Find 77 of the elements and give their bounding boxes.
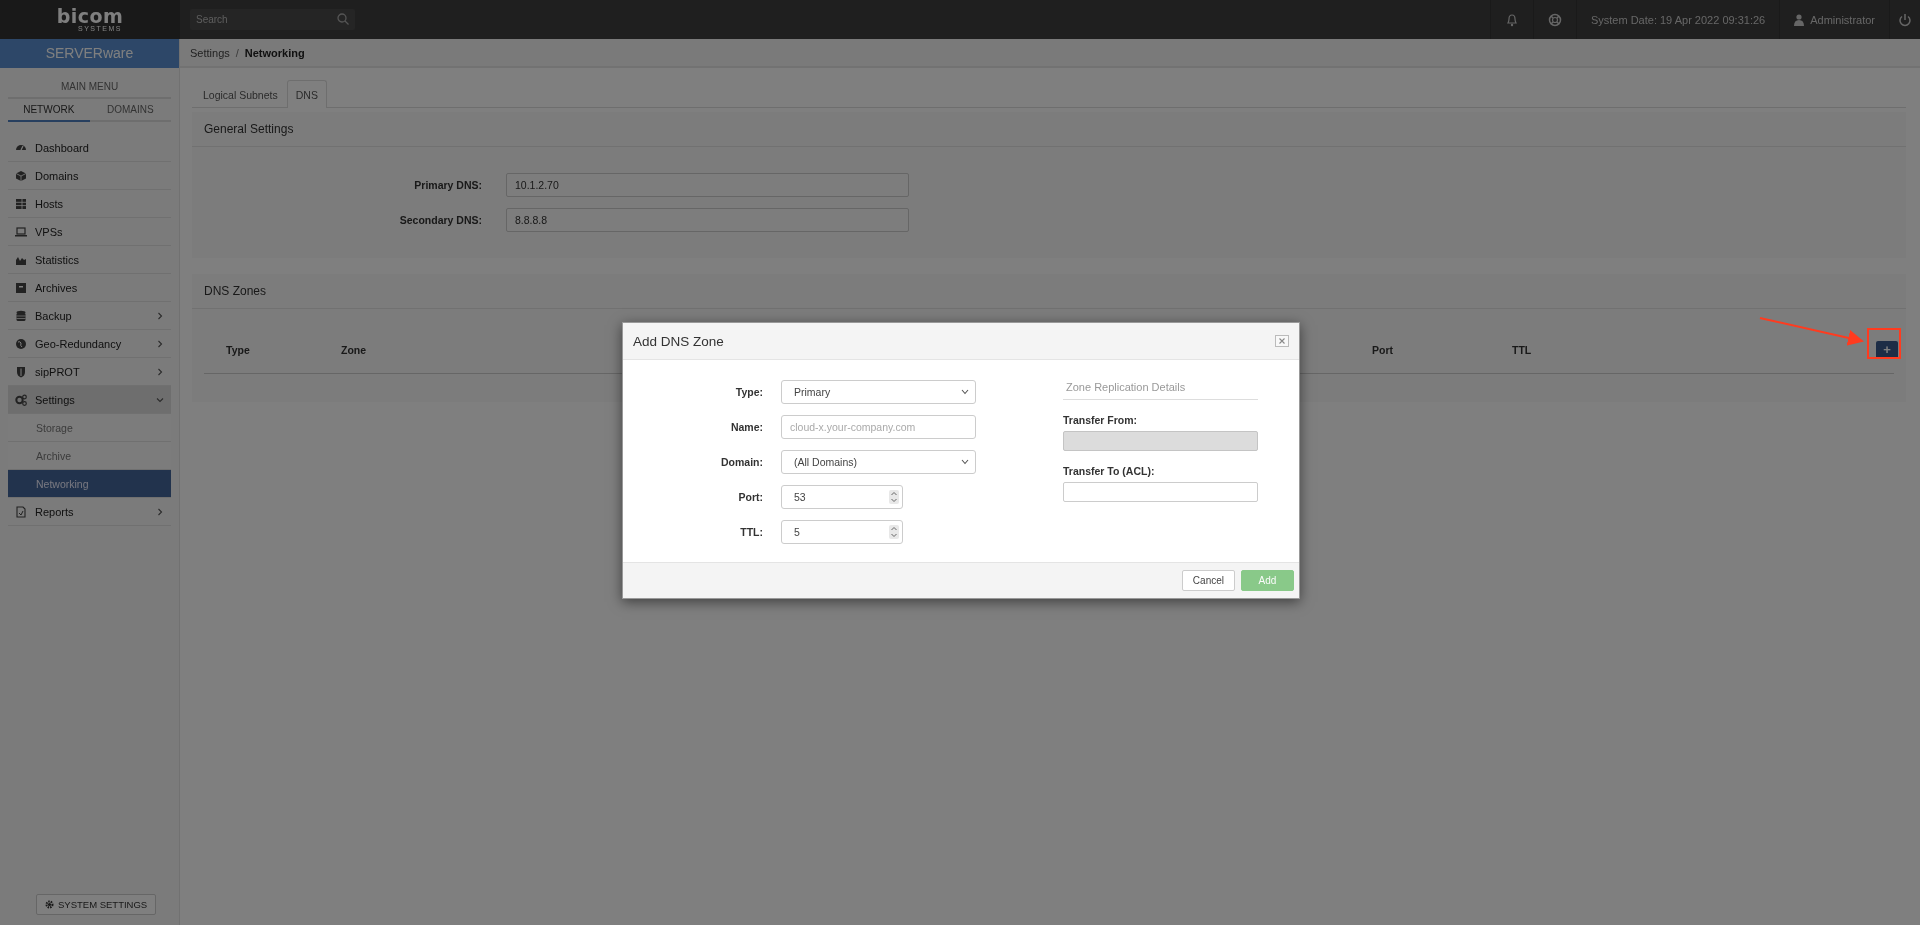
field-label: Port: xyxy=(737,491,763,503)
spinner-icon[interactable] xyxy=(889,525,899,539)
highlight-box xyxy=(1867,328,1901,359)
field-label: Name: xyxy=(729,421,763,433)
submenu-item[interactable]: Networking xyxy=(8,470,171,498)
breadcrumb-separator: / xyxy=(235,46,239,59)
section-title: General Settings xyxy=(192,112,1906,147)
chevron-icon xyxy=(156,339,164,348)
breadcrumb-item[interactable]: Settings xyxy=(190,46,230,59)
breadcrumb-item: Networking xyxy=(244,46,305,59)
database-icon xyxy=(15,309,27,322)
bell-icon[interactable] xyxy=(1504,12,1519,27)
system-settings-button[interactable]: SYSTEM SETTINGS xyxy=(36,894,157,915)
sidebar-item[interactable]: Archives xyxy=(8,274,171,302)
section-title: DNS Zones xyxy=(192,274,1906,309)
sidebar-tab[interactable]: DOMAINS xyxy=(89,99,171,122)
dialog-title: Add DNS Zone xyxy=(633,333,724,349)
column-header: Port xyxy=(1372,344,1393,356)
section-title: Zone Replication Details xyxy=(1063,380,1258,400)
close-button[interactable] xyxy=(1275,335,1289,347)
chevron-icon xyxy=(156,367,164,376)
cube-icon xyxy=(15,169,27,182)
sidebar-tab[interactable]: NETWORK xyxy=(8,99,90,122)
chevron-icon xyxy=(961,459,969,465)
sidebar-item[interactable]: Hosts xyxy=(8,190,171,218)
tab[interactable]: DNS xyxy=(286,80,327,108)
dropdown[interactable]: Primary xyxy=(781,380,976,404)
sidebar-item[interactable]: VPSs xyxy=(8,218,171,246)
sidebar-item[interactable]: Dashboard xyxy=(8,134,171,162)
field-label: Transfer From: xyxy=(1063,414,1139,426)
product-title: SERVERware xyxy=(0,39,179,68)
dropdown[interactable]: (All Domains) xyxy=(781,450,976,474)
number-field[interactable]: 5 xyxy=(781,520,903,544)
number-field[interactable]: 53 xyxy=(781,485,903,509)
field-label: TTL: xyxy=(739,526,763,538)
field-label: Transfer To (ACL): xyxy=(1063,465,1156,477)
field-label: Domain: xyxy=(720,456,763,468)
field-label: Type: xyxy=(734,386,763,398)
sidebar-item[interactable]: Reports xyxy=(8,498,171,526)
field-label: Secondary DNS: xyxy=(398,214,482,226)
sidebar-item[interactable]: Statistics xyxy=(8,246,171,274)
sidebar-item[interactable]: Domains xyxy=(8,162,171,190)
chevron-icon xyxy=(156,507,164,516)
chevron-icon xyxy=(156,395,164,404)
sidebar-item[interactable]: Settings xyxy=(8,386,171,414)
column-header: TTL xyxy=(1512,344,1532,356)
input-field[interactable] xyxy=(1063,482,1258,502)
gear-icon xyxy=(45,900,54,909)
spinner-icon[interactable] xyxy=(889,490,899,504)
search-icon xyxy=(337,13,349,25)
column-header: Zone xyxy=(341,344,367,356)
menu-title: MAIN MENU xyxy=(8,81,171,99)
field-label: Primary DNS: xyxy=(413,179,482,191)
sidebar-item[interactable]: Geo-Redundancy xyxy=(8,330,171,358)
gears-icon xyxy=(15,393,27,406)
column-header: Type xyxy=(226,344,250,356)
user-icon xyxy=(1794,13,1805,26)
user-name[interactable]: Administrator xyxy=(1810,13,1875,26)
server-icon xyxy=(15,197,27,210)
close-icon xyxy=(1279,338,1285,344)
report-icon xyxy=(15,505,27,518)
laptop-icon xyxy=(15,225,27,238)
cancel-button[interactable]: Cancel xyxy=(1181,570,1235,591)
sidebar-item[interactable]: Backup xyxy=(8,302,171,330)
logo-text: bicom xyxy=(56,6,124,25)
chevron-icon xyxy=(156,311,164,320)
system-date: System Date: 19 Apr 2022 09:31:26 xyxy=(1590,13,1766,26)
input-field[interactable]: 10.1.2.70 xyxy=(506,173,909,197)
input-field[interactable]: cloud-x.your-company.com xyxy=(781,415,976,439)
archive-icon xyxy=(15,281,27,294)
tab[interactable]: Logical Subnets xyxy=(194,80,287,108)
lifebuoy-icon[interactable] xyxy=(1547,12,1562,27)
power-icon[interactable] xyxy=(1898,12,1912,27)
shield-icon xyxy=(15,365,27,378)
globe-icon xyxy=(15,337,27,350)
chevron-icon xyxy=(961,389,969,395)
input-field[interactable]: 8.8.8.8 xyxy=(506,208,909,232)
